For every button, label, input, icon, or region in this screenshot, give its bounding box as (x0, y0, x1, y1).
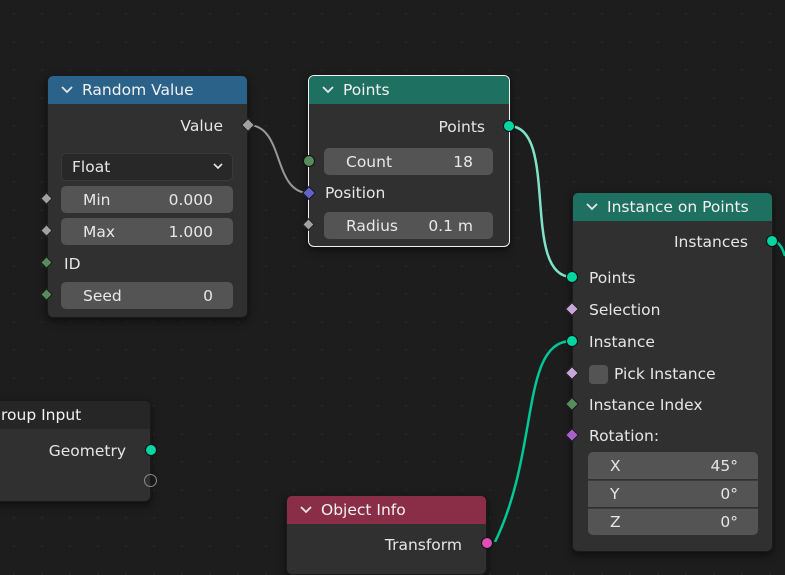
empty-output-socket[interactable] (144, 474, 157, 487)
instance-input-socket[interactable] (566, 335, 578, 347)
max-value: 1.000 (168, 222, 213, 241)
rotation-row: Rotation: (573, 423, 772, 449)
points-input-label: Points (589, 269, 636, 287)
node-title: Points (343, 81, 390, 99)
min-field[interactable]: Min 0.000 (61, 186, 233, 213)
radius-field[interactable]: Radius 0.1 m (324, 212, 493, 239)
instance-input-row: Instance (573, 329, 772, 355)
rotation-y-field[interactable]: Y 0° (588, 480, 758, 507)
position-label: Position (325, 184, 386, 202)
node-title: Object Info (321, 501, 406, 519)
seed-field[interactable]: Seed 0 (61, 282, 233, 309)
output-value-row: Value (48, 113, 247, 139)
node-title: Instance on Points (607, 198, 749, 216)
transform-output-socket[interactable] (481, 537, 493, 549)
points-input-row: Points (573, 265, 772, 291)
chevron-down-icon (212, 158, 224, 176)
output-value-label: Value (180, 117, 223, 135)
min-label: Min (83, 190, 111, 209)
radius-value: 0.1 m (428, 216, 473, 235)
data-type-dropdown[interactable]: Float (61, 153, 233, 181)
selection-row: Selection (573, 297, 772, 323)
chevron-down-icon[interactable] (60, 83, 74, 97)
chevron-down-icon[interactable] (585, 200, 599, 214)
position-row: Position (309, 180, 509, 206)
instance-index-label: Instance Index (589, 396, 703, 414)
link-value-to-position (247, 124, 310, 194)
selection-label: Selection (589, 301, 661, 319)
rotation-z-label: Z (610, 513, 621, 531)
link-geometry-to-instance (493, 339, 573, 542)
seed-label: Seed (83, 286, 122, 305)
rotation-x-field[interactable]: X 45° (588, 452, 758, 479)
geometry-output-row: Geometry (0, 438, 150, 464)
instance-on-points-node[interactable]: Instance on Points Instances Points Sele… (572, 192, 773, 552)
chevron-down-icon[interactable] (299, 503, 313, 517)
instance-index-row: Instance Index (573, 392, 772, 418)
rotation-z-field[interactable]: Z 0° (588, 508, 758, 535)
pick-instance-label: Pick Instance (614, 365, 716, 383)
node-title: roup Input (1, 406, 82, 424)
output-points-row: Points (309, 114, 509, 140)
group-input-node[interactable]: roup Input Geometry (0, 400, 151, 502)
count-value: 18 (453, 152, 473, 171)
count-field[interactable]: Count 18 (324, 148, 493, 175)
group-input-header[interactable]: roup Input (0, 401, 150, 429)
data-type-value: Float (72, 158, 111, 176)
points-node[interactable]: Points Points Count 18 Position Radius 0… (308, 75, 510, 247)
node-title: Random Value (82, 81, 194, 99)
min-value: 0.000 (168, 190, 213, 209)
rotation-y-label: Y (610, 485, 620, 503)
link-points-to-points (508, 124, 573, 279)
id-row: ID (48, 251, 247, 277)
chevron-down-icon[interactable] (321, 83, 335, 97)
id-label: ID (64, 255, 81, 273)
count-input-socket[interactable] (303, 155, 315, 167)
geometry-output-socket[interactable] (145, 444, 157, 456)
count-label: Count (346, 152, 393, 171)
output-instances-label: Instances (673, 233, 748, 251)
object-info-node[interactable]: Object Info Transform (286, 495, 487, 575)
points-output-socket[interactable] (503, 120, 515, 132)
object-info-header[interactable]: Object Info (287, 496, 486, 524)
instance-input-label: Instance (589, 333, 655, 351)
rotation-label: Rotation: (589, 427, 660, 445)
random-value-header[interactable]: Random Value (48, 76, 247, 104)
random-value-node[interactable]: Random Value Value Float Min 0.000 Max 1… (47, 75, 248, 318)
output-instances-row: Instances (573, 229, 772, 255)
instance-on-points-header[interactable]: Instance on Points (573, 193, 772, 221)
pick-instance-row[interactable]: Pick Instance (573, 361, 772, 387)
rotation-x-value: 45° (710, 456, 738, 475)
rotation-z-value: 0° (720, 513, 738, 531)
instances-output-socket[interactable] (766, 235, 778, 247)
seed-value: 0 (203, 286, 213, 305)
transform-output-label: Transform (384, 536, 462, 554)
max-field[interactable]: Max 1.000 (61, 218, 233, 245)
pick-instance-checkbox[interactable] (589, 364, 608, 384)
transform-output-row: Transform (287, 532, 486, 558)
rotation-x-label: X (610, 456, 621, 475)
geometry-output-label: Geometry (48, 442, 126, 460)
output-points-label: Points (438, 118, 485, 136)
rotation-y-value: 0° (720, 485, 738, 503)
max-label: Max (83, 222, 116, 241)
points-input-socket[interactable] (566, 271, 578, 283)
points-header[interactable]: Points (309, 76, 509, 104)
radius-label: Radius (346, 216, 398, 235)
